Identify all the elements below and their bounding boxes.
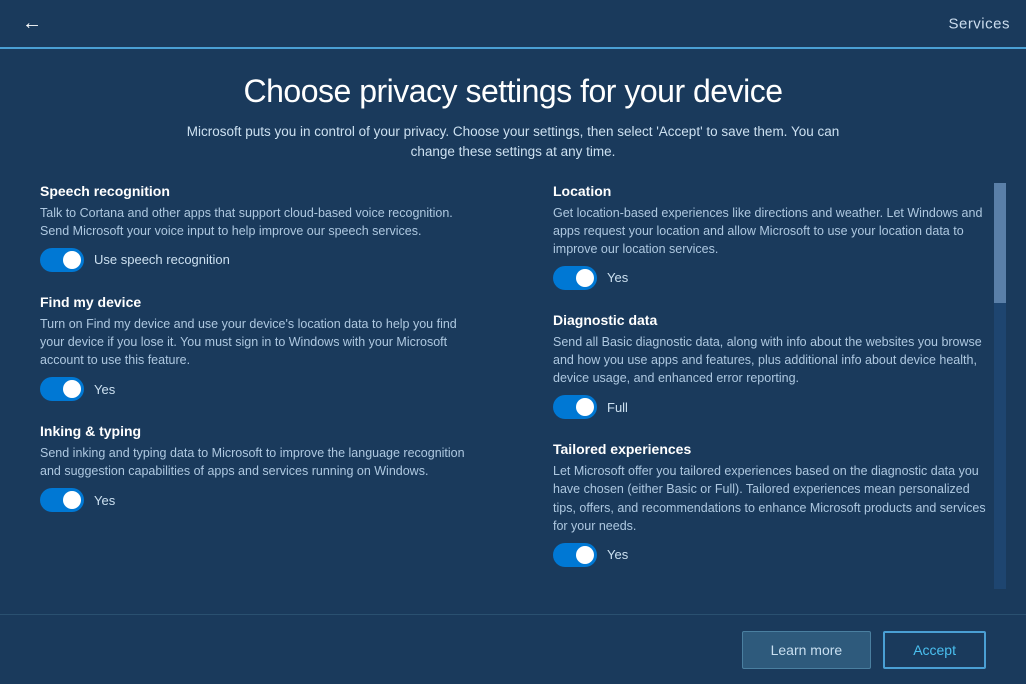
- tailored-experiences-toggle-row: Yes: [553, 543, 986, 567]
- services-title: Services: [948, 15, 1010, 32]
- settings-left-column: Speech recognition Talk to Cortana and o…: [40, 183, 513, 589]
- speech-recognition-desc: Talk to Cortana and other apps that supp…: [40, 204, 473, 240]
- diagnostic-data-toggle-label: Full: [607, 400, 628, 415]
- tailored-experiences-toggle-label: Yes: [607, 547, 628, 562]
- settings-grid: Speech recognition Talk to Cortana and o…: [40, 183, 986, 589]
- scrollbar-thumb[interactable]: [994, 183, 1006, 303]
- top-bar: ← Services: [0, 0, 1026, 49]
- diagnostic-data-title: Diagnostic data: [553, 312, 986, 328]
- inking-typing-desc: Send inking and typing data to Microsoft…: [40, 444, 473, 480]
- inking-typing-title: Inking & typing: [40, 423, 473, 439]
- speech-recognition-title: Speech recognition: [40, 183, 473, 199]
- diagnostic-data-toggle[interactable]: [553, 395, 597, 419]
- back-icon: ←: [22, 12, 42, 35]
- tailored-experiences-toggle[interactable]: [553, 543, 597, 567]
- page-header: Choose privacy settings for your device …: [40, 49, 986, 183]
- accept-button[interactable]: Accept: [883, 631, 986, 669]
- tailored-experiences-desc: Let Microsoft offer you tailored experie…: [553, 462, 986, 535]
- page-subtitle: Microsoft puts you in control of your pr…: [163, 122, 863, 163]
- settings-right-column: Location Get location-based experiences …: [513, 183, 986, 589]
- speech-recognition-toggle-label: Use speech recognition: [94, 252, 230, 267]
- scrollbar-track[interactable]: [994, 183, 1006, 589]
- page-title: Choose privacy settings for your device: [40, 73, 986, 110]
- inking-typing-toggle[interactable]: [40, 488, 84, 512]
- diagnostic-data-setting: Diagnostic data Send all Basic diagnosti…: [553, 312, 986, 419]
- action-bar: Learn more Accept: [0, 614, 1026, 684]
- location-title: Location: [553, 183, 986, 199]
- inking-typing-toggle-row: Yes: [40, 488, 473, 512]
- main-content: Choose privacy settings for your device …: [0, 49, 1026, 614]
- learn-more-button[interactable]: Learn more: [742, 631, 872, 669]
- location-toggle[interactable]: [553, 266, 597, 290]
- location-setting: Location Get location-based experiences …: [553, 183, 986, 290]
- find-my-device-desc: Turn on Find my device and use your devi…: [40, 315, 473, 369]
- find-my-device-toggle[interactable]: [40, 377, 84, 401]
- find-my-device-setting: Find my device Turn on Find my device an…: [40, 294, 473, 401]
- location-toggle-label: Yes: [607, 270, 628, 285]
- diagnostic-data-desc: Send all Basic diagnostic data, along wi…: [553, 333, 986, 387]
- tailored-experiences-setting: Tailored experiences Let Microsoft offer…: [553, 441, 986, 567]
- inking-typing-setting: Inking & typing Send inking and typing d…: [40, 423, 473, 512]
- tailored-experiences-title: Tailored experiences: [553, 441, 986, 457]
- location-desc: Get location-based experiences like dire…: [553, 204, 986, 258]
- find-my-device-title: Find my device: [40, 294, 473, 310]
- speech-recognition-toggle-row: Use speech recognition: [40, 248, 473, 272]
- speech-recognition-toggle[interactable]: [40, 248, 84, 272]
- back-button[interactable]: ←: [16, 8, 48, 40]
- find-my-device-toggle-label: Yes: [94, 382, 115, 397]
- location-toggle-row: Yes: [553, 266, 986, 290]
- diagnostic-data-toggle-row: Full: [553, 395, 986, 419]
- find-my-device-toggle-row: Yes: [40, 377, 473, 401]
- speech-recognition-setting: Speech recognition Talk to Cortana and o…: [40, 183, 473, 272]
- inking-typing-toggle-label: Yes: [94, 493, 115, 508]
